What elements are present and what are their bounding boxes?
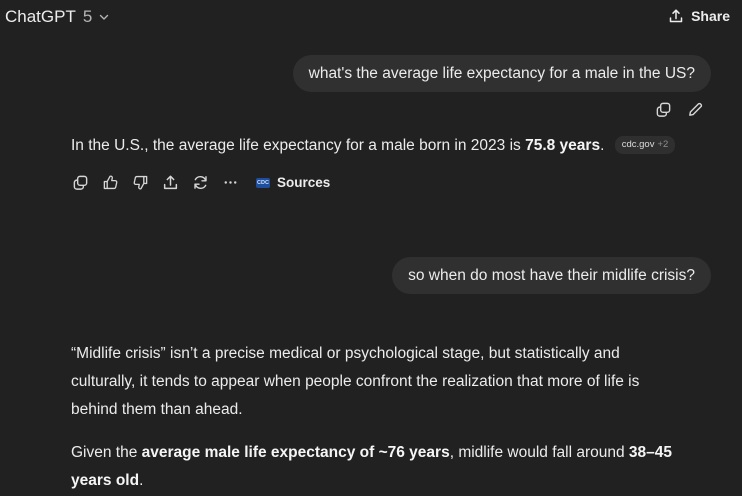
assistant-paragraph-2: Given the average male life expectancy o…: [71, 439, 711, 495]
more-options-icon[interactable]: [222, 174, 239, 191]
top-bar: ChatGPT 5 Share: [0, 0, 742, 36]
share-label: Share: [691, 8, 730, 24]
citation-source: cdc.gov: [621, 138, 655, 150]
model-selector[interactable]: ChatGPT 5: [5, 7, 110, 27]
assistant-text: Given the: [71, 444, 142, 461]
copy-icon[interactable]: [72, 174, 89, 191]
sources-button[interactable]: CDC Sources: [256, 175, 330, 190]
assistant-highlight: years old: [71, 472, 140, 489]
citation-chip[interactable]: cdc.gov +2: [614, 135, 676, 154]
cdc-favicon-icon: CDC: [256, 177, 270, 188]
copy-icon[interactable]: [655, 101, 672, 118]
share-icon: [668, 8, 684, 24]
model-name: ChatGPT: [5, 7, 76, 26]
sources-label: Sources: [277, 175, 331, 190]
assistant-highlight: 75.8 years: [525, 137, 601, 154]
assistant-line: years old.: [71, 467, 711, 495]
assistant-line: behind them than ahead.: [71, 401, 243, 418]
assistant-line: culturally, it tends to appear when peop…: [71, 373, 640, 390]
model-version: 5: [82, 7, 93, 26]
thumbs-up-icon[interactable]: [102, 174, 119, 191]
assistant-highlight: average male life expectancy of ~76 year…: [141, 444, 450, 461]
assistant-text: In the U.S., the average life expectancy…: [71, 137, 526, 154]
user-message: what's the average life expectancy for a…: [292, 55, 711, 92]
assistant-text-end: .: [139, 472, 144, 489]
chevron-down-icon: [98, 11, 110, 23]
regenerate-icon[interactable]: [192, 174, 209, 191]
assistant-text-end: .: [600, 137, 605, 154]
share-icon[interactable]: [162, 174, 179, 191]
assistant-line: “Midlife crisis” isn’t a precise medical…: [71, 345, 620, 362]
user-message: so when do most have their midlife crisi…: [392, 257, 711, 294]
assistant-actions: CDC Sources: [72, 174, 330, 191]
user-message-actions: [655, 101, 704, 118]
assistant-text: , midlife would fall around: [449, 444, 629, 461]
citation-more-count: +2: [657, 138, 669, 150]
assistant-message: In the U.S., the average life expectancy…: [71, 132, 676, 160]
assistant-line: Given the average male life expectancy o…: [71, 439, 711, 467]
share-button[interactable]: Share: [668, 8, 730, 24]
edit-pencil-icon[interactable]: [687, 101, 704, 118]
assistant-highlight: 38–45: [628, 444, 673, 461]
thumbs-down-icon[interactable]: [132, 174, 149, 191]
assistant-paragraph-1: “Midlife crisis” isn’t a precise medical…: [71, 340, 639, 424]
